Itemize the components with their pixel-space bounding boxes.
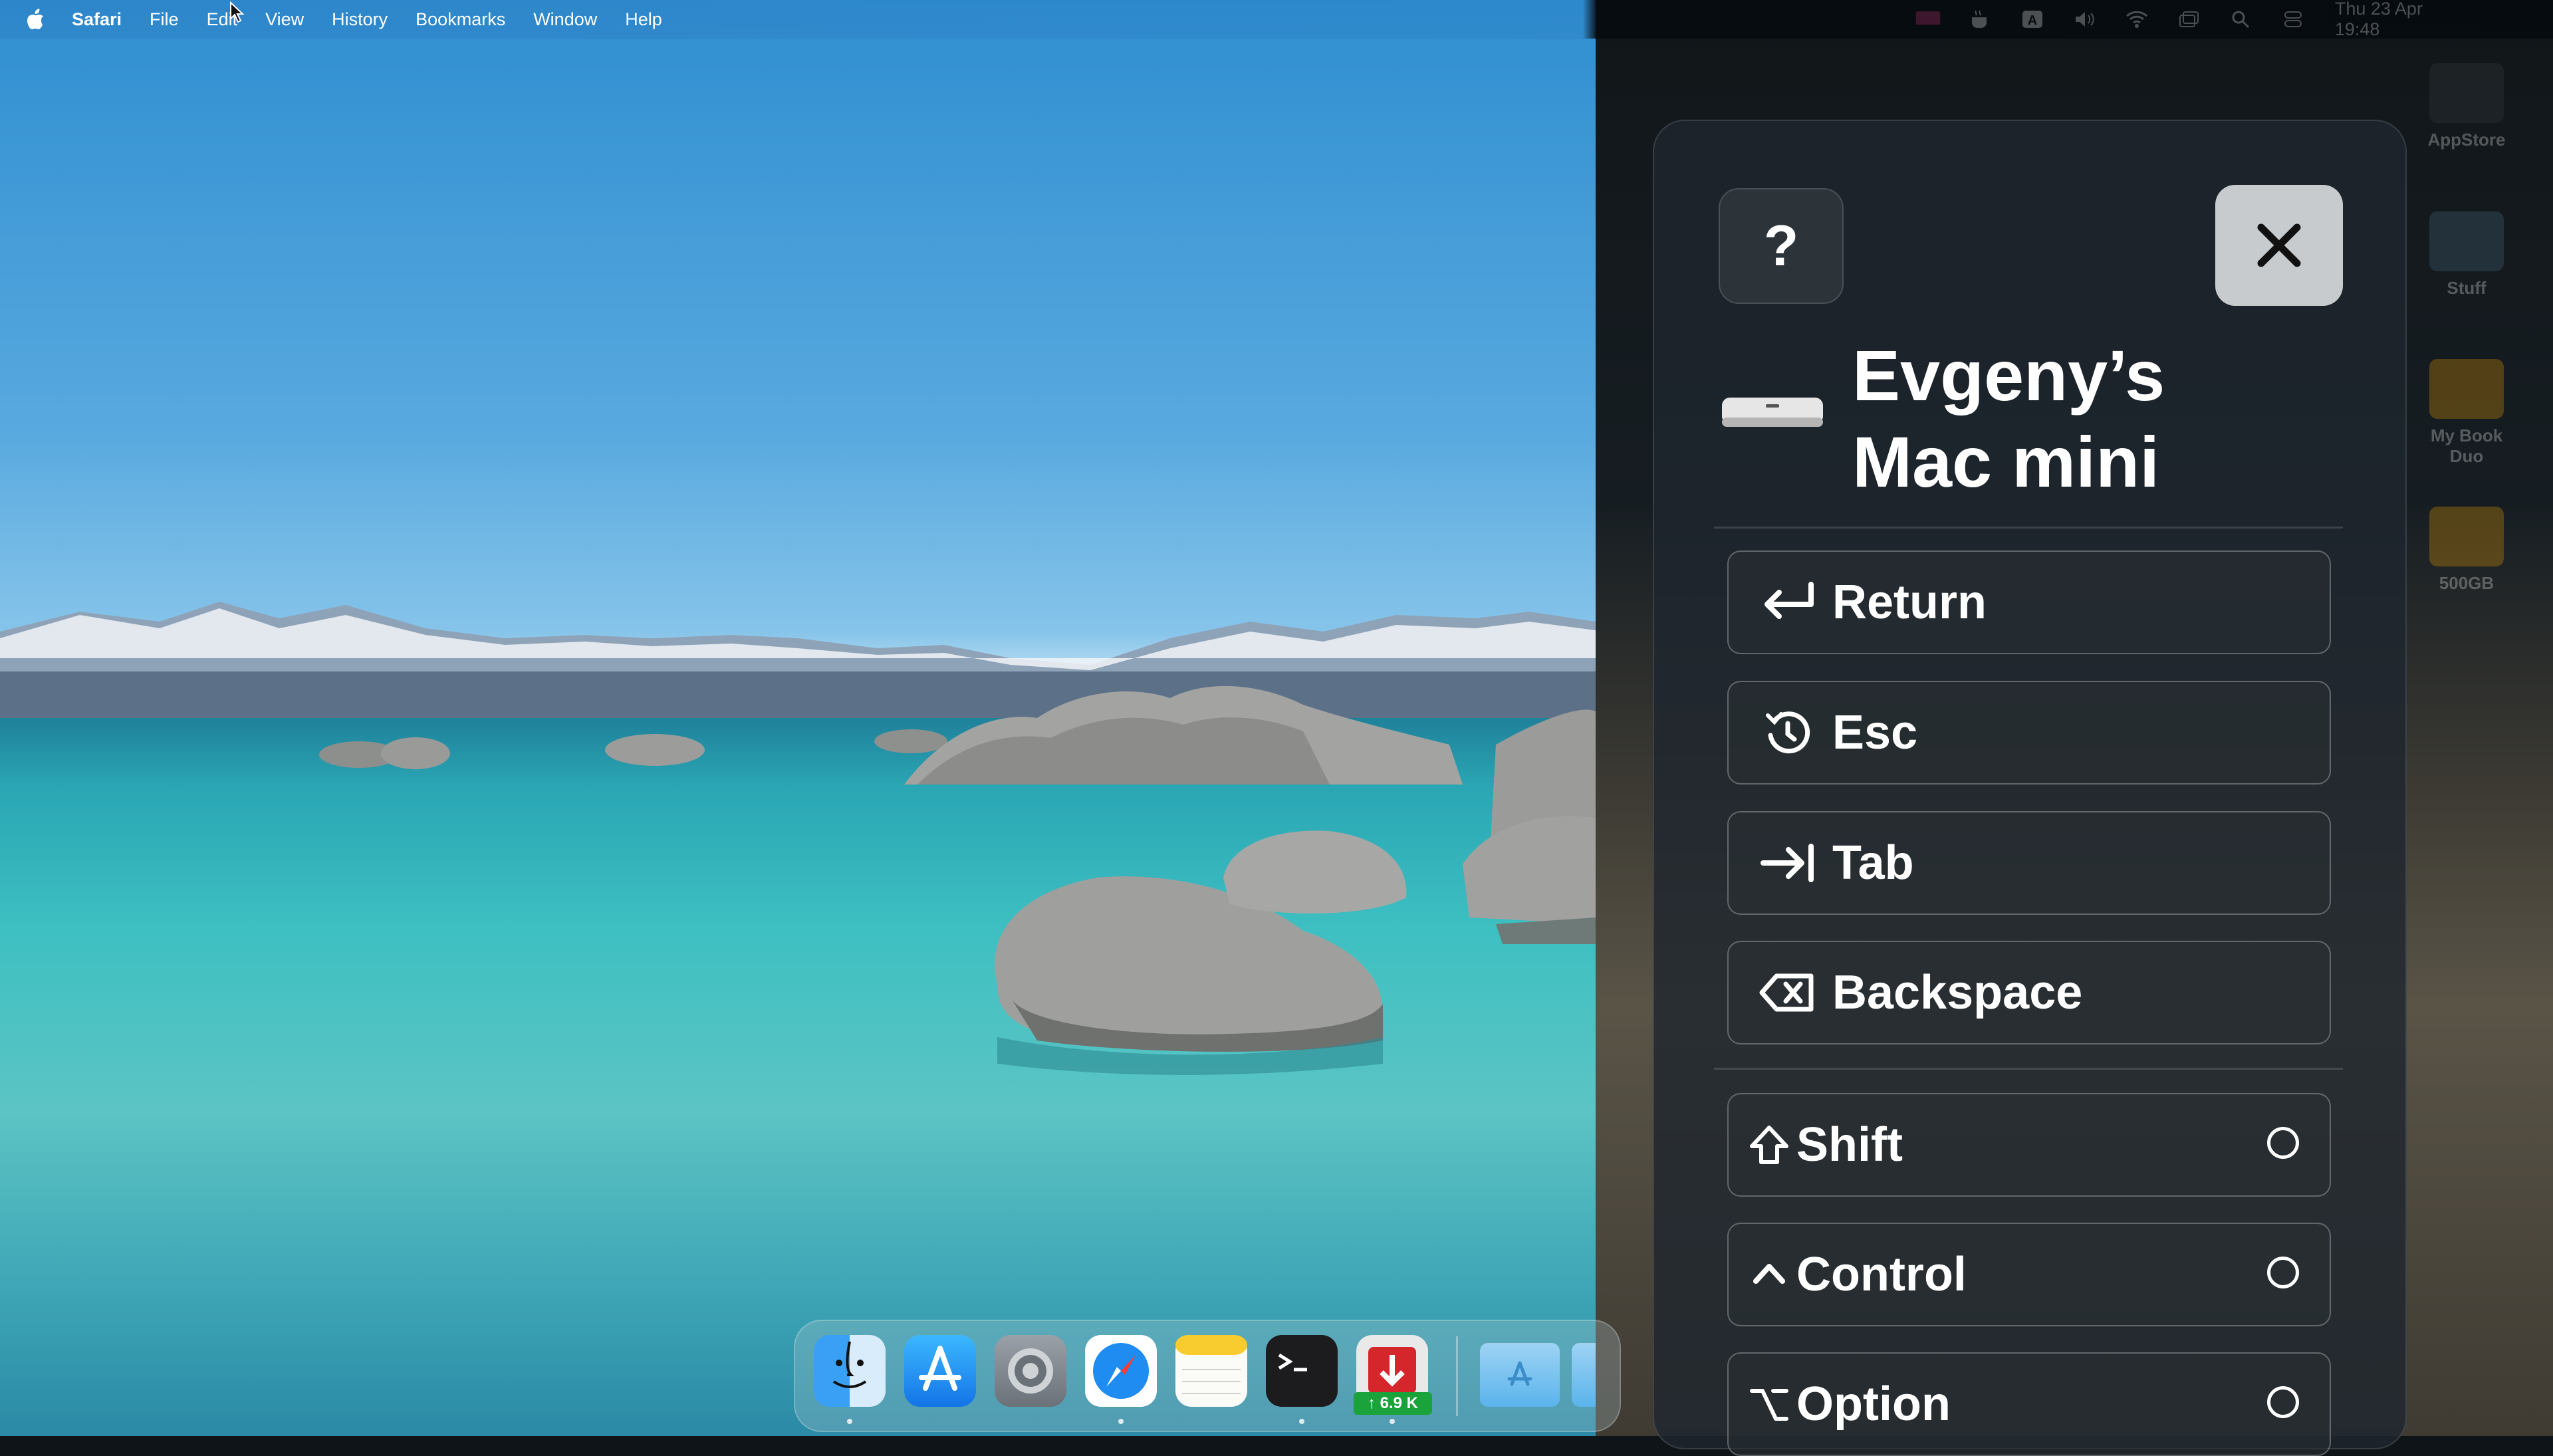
transfer-badge: ↑ 6.9 K bbox=[1354, 1392, 1432, 1415]
tab-key-button[interactable]: Tab bbox=[1727, 811, 2331, 915]
svg-text:A: A bbox=[2028, 13, 2037, 28]
esc-key-button[interactable]: Esc bbox=[1727, 681, 2331, 785]
device-name-line1: Evgeny’s bbox=[1852, 335, 2165, 416]
menu-bookmarks[interactable]: Bookmarks bbox=[416, 9, 505, 30]
divider bbox=[1714, 527, 2343, 529]
device-name-line2: Mac mini bbox=[1852, 422, 2160, 502]
desktop-icon-label: My Book Duo bbox=[2430, 425, 2503, 466]
running-indicator bbox=[847, 1419, 852, 1424]
option-icon bbox=[1746, 1374, 1792, 1434]
running-indicator bbox=[1118, 1419, 1124, 1424]
desktop-icon-label: AppStore bbox=[2427, 130, 2506, 150]
app-store-folder-icon bbox=[2429, 63, 2504, 123]
control-modifier-toggle[interactable]: Control bbox=[1727, 1223, 2331, 1326]
device-name: Evgeny’s Mac mini bbox=[1852, 332, 2291, 505]
shift-label: Shift bbox=[1796, 1118, 1903, 1171]
menu-window[interactable]: Window bbox=[533, 9, 597, 30]
tab-icon bbox=[1751, 833, 1824, 893]
running-indicator bbox=[1299, 1419, 1304, 1424]
backspace-key-button[interactable]: Backspace bbox=[1727, 941, 2331, 1044]
shift-icon bbox=[1746, 1115, 1792, 1175]
menu-app-name[interactable]: Safari bbox=[72, 9, 122, 30]
esc-key-label: Esc bbox=[1832, 706, 1918, 759]
spotlight-search-icon[interactable] bbox=[2228, 9, 2253, 29]
coffee-icon[interactable] bbox=[1968, 9, 1993, 29]
finder-icon[interactable] bbox=[814, 1335, 886, 1407]
folder-icon[interactable] bbox=[1572, 1343, 1596, 1407]
return-icon bbox=[1751, 572, 1824, 632]
return-key-label: Return bbox=[1832, 576, 1987, 629]
screen-mirroring-icon[interactable] bbox=[1915, 9, 1941, 29]
app-store-icon[interactable] bbox=[904, 1335, 976, 1407]
option-radio-indicator[interactable] bbox=[2267, 1386, 2299, 1418]
input-source-icon[interactable]: A bbox=[2020, 9, 2045, 29]
close-button[interactable] bbox=[2215, 185, 2343, 306]
escape-icon bbox=[1751, 703, 1824, 763]
desktop-icon-my-book-duo[interactable]: My Book Duo bbox=[2420, 359, 2513, 467]
shift-radio-indicator[interactable] bbox=[2267, 1127, 2299, 1159]
running-indicator bbox=[1390, 1419, 1395, 1424]
divider bbox=[1714, 1068, 2343, 1070]
return-key-button[interactable]: Return bbox=[1727, 550, 2331, 654]
close-icon bbox=[2257, 223, 2301, 267]
desktop-icon-label: 500GB bbox=[2439, 573, 2494, 593]
wifi-icon[interactable] bbox=[2124, 9, 2149, 29]
menu-view[interactable]: View bbox=[265, 9, 304, 30]
desktop-icon-appstore[interactable]: AppStore bbox=[2420, 63, 2513, 150]
menu-file[interactable]: File bbox=[150, 9, 179, 30]
mac-mini-icon bbox=[1722, 398, 1823, 427]
safari-icon[interactable] bbox=[1085, 1335, 1157, 1407]
apple-logo-icon[interactable] bbox=[27, 9, 45, 30]
external-drive-icon bbox=[2429, 359, 2504, 419]
mouse-pointer-icon bbox=[230, 1, 245, 23]
option-label: Option bbox=[1796, 1378, 1951, 1431]
control-center-icon[interactable] bbox=[2280, 9, 2306, 29]
desktop-icon-stuff[interactable]: Stuff bbox=[2420, 211, 2513, 299]
folder-icon bbox=[2429, 211, 2504, 271]
notes-icon[interactable] bbox=[1175, 1335, 1247, 1407]
system-settings-icon[interactable] bbox=[995, 1335, 1066, 1407]
tab-key-label: Tab bbox=[1832, 836, 1914, 890]
dock-divider bbox=[1456, 1336, 1458, 1416]
menu-bar: Safari File Edit View History Bookmarks … bbox=[0, 0, 2553, 39]
option-modifier-toggle[interactable]: Option bbox=[1727, 1352, 2331, 1456]
help-button[interactable]: ? bbox=[1719, 188, 1844, 304]
control-label: Control bbox=[1796, 1248, 1967, 1301]
menu-help[interactable]: Help bbox=[625, 9, 662, 30]
backspace-key-label: Backspace bbox=[1832, 966, 2083, 1019]
menu-history[interactable]: History bbox=[332, 9, 388, 30]
desktop-icon-500gb[interactable]: 500GB bbox=[2420, 507, 2513, 594]
terminal-icon[interactable] bbox=[1266, 1335, 1338, 1407]
window-switcher-icon[interactable] bbox=[2176, 9, 2201, 29]
menu-bar-clock[interactable]: Thu 23 Apr 19:48 bbox=[2335, 0, 2467, 40]
control-radio-indicator[interactable] bbox=[2267, 1257, 2299, 1288]
downloads-folder-icon[interactable] bbox=[1480, 1343, 1560, 1407]
desktop-wallpaper bbox=[0, 0, 1596, 1436]
shift-modifier-toggle[interactable]: Shift bbox=[1727, 1093, 2331, 1197]
external-drive-icon bbox=[2429, 507, 2504, 566]
volume-icon[interactable] bbox=[2072, 9, 2098, 29]
status-area: A Thu 23 Apr 19:48 bbox=[1888, 0, 2553, 39]
desktop-icon-label: Stuff bbox=[2447, 278, 2487, 298]
backspace-icon bbox=[1751, 963, 1824, 1023]
control-icon bbox=[1746, 1245, 1792, 1304]
